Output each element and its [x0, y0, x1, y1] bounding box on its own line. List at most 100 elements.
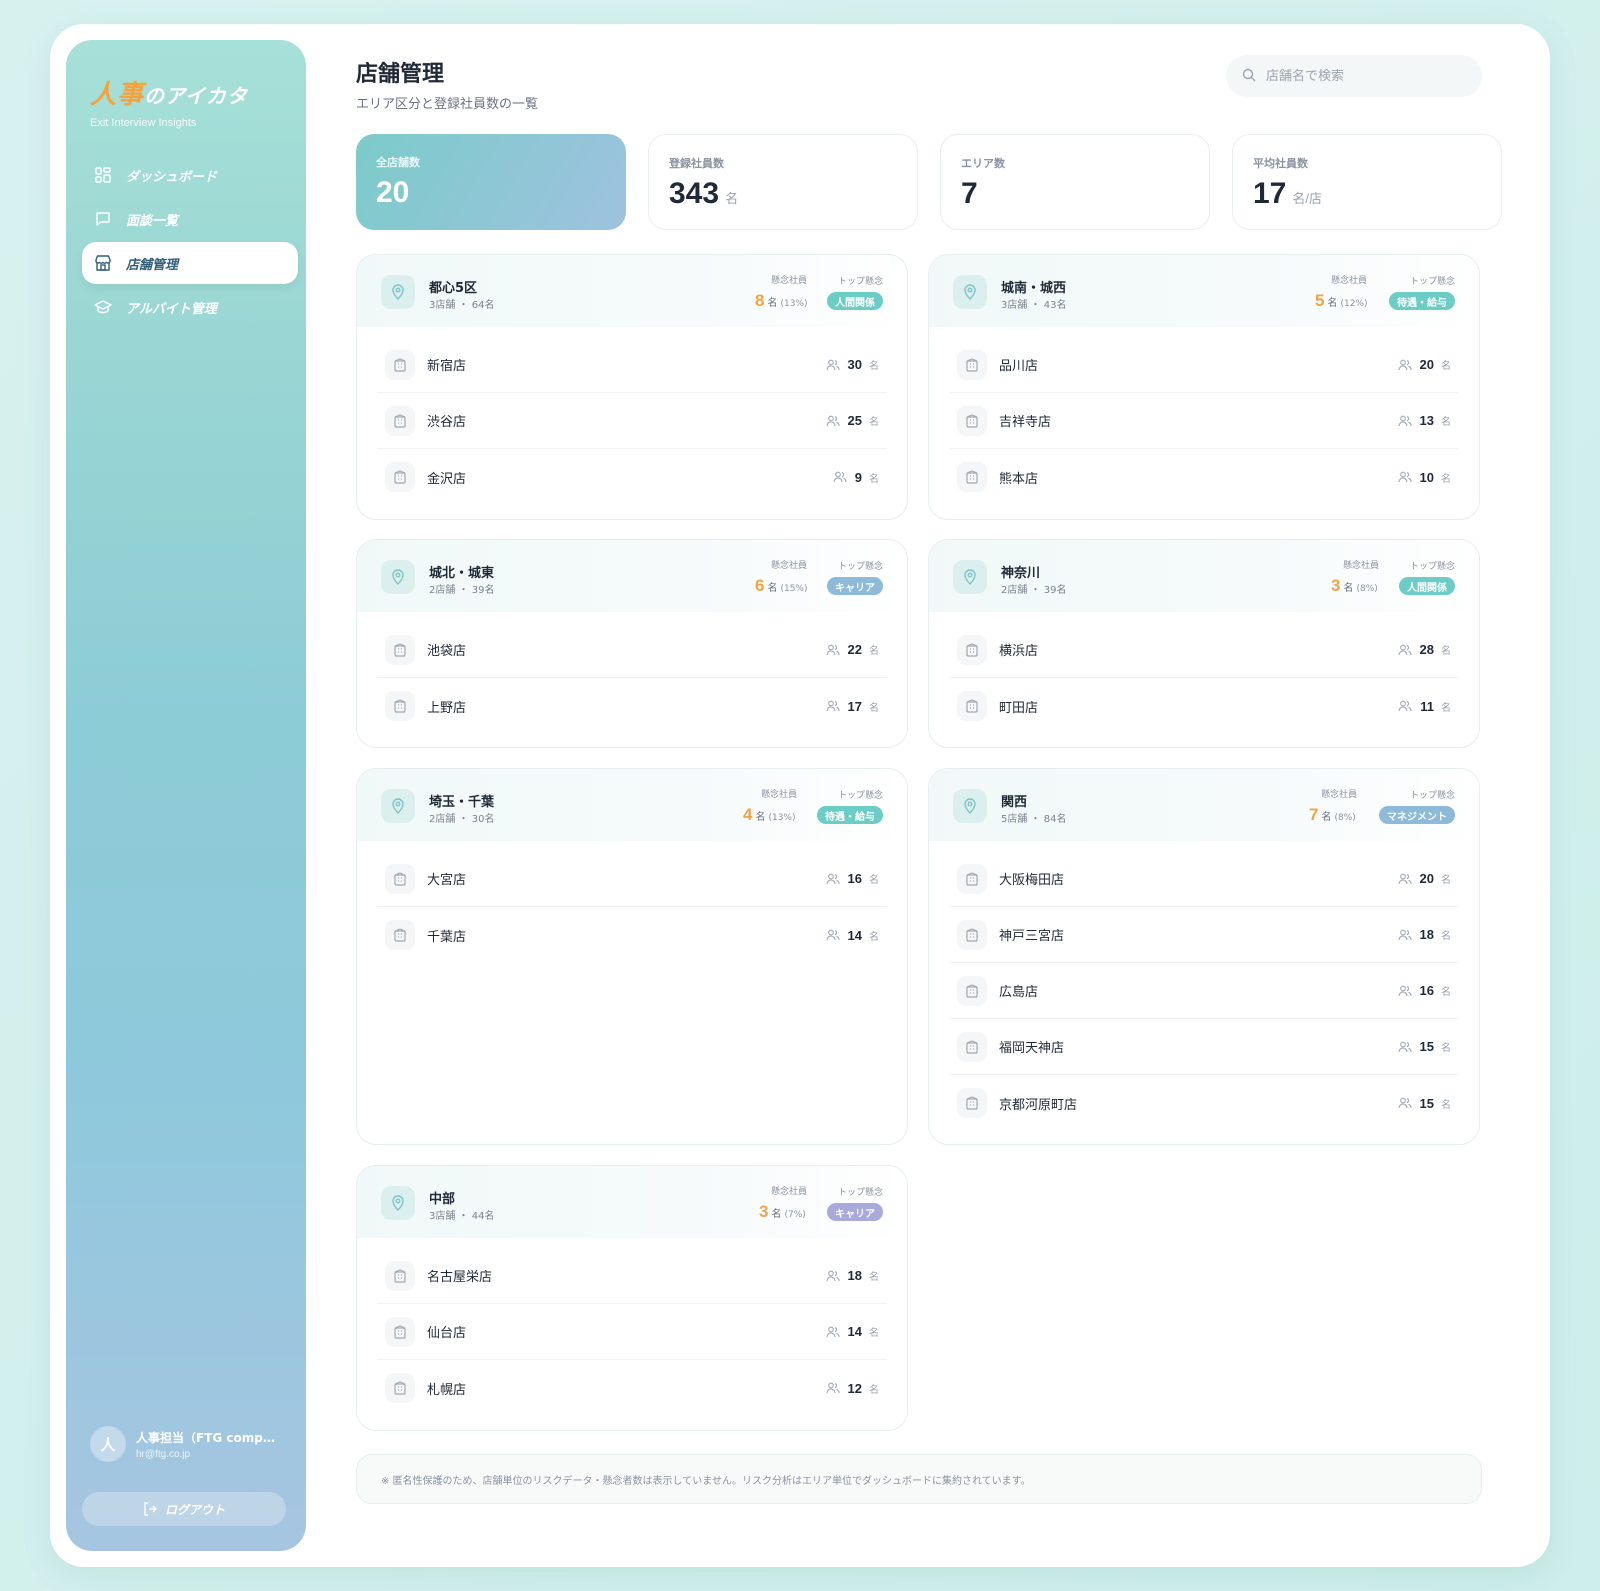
store-row[interactable]: 金沢店 9 名: [377, 449, 887, 505]
sidebar-nav: ダッシュボード 面談一覧 店舗管理 アルバイト管理: [82, 154, 298, 330]
user-name: 人事担当（FTG company）: [136, 1430, 282, 1445]
map-pin-icon: [953, 275, 987, 309]
store-row[interactable]: 吉祥寺店 13 名: [949, 393, 1459, 449]
nav-item-parttime[interactable]: アルバイト管理: [82, 286, 298, 328]
grid-icon: [94, 166, 112, 184]
top-concern-label: トップ懸念: [837, 277, 883, 287]
person-unit: 名: [1441, 875, 1451, 886]
store-row[interactable]: 京都河原町店 15 名: [949, 1075, 1459, 1131]
employee-count: 30: [847, 357, 862, 372]
stat-number: 7: [961, 177, 978, 210]
store-row[interactable]: 福岡天神店 15 名: [949, 1019, 1459, 1075]
store-row[interactable]: 町田店 11 名: [949, 678, 1459, 734]
building-icon: [957, 919, 987, 950]
search-box[interactable]: [1226, 55, 1482, 97]
store-row[interactable]: 広島店 16 名: [949, 963, 1459, 1019]
store-count: 28 名: [1397, 642, 1451, 657]
employee-count: 17: [847, 698, 862, 714]
store-row[interactable]: 仙台店 14 名: [377, 1304, 887, 1360]
top-concern-badge: キャリア: [827, 577, 883, 595]
graduation-cap-icon: [94, 298, 112, 316]
store-row[interactable]: 神戸三宮店 18 名: [949, 907, 1459, 963]
logout-icon: [143, 1502, 157, 1516]
logo-rest: のアイカタ: [144, 84, 249, 108]
top-concern-badge: 人間関係: [827, 292, 883, 310]
user-profile[interactable]: 人 人事担当（FTG company） hr@ftg.co.jp: [90, 1426, 282, 1462]
store-count: 9 名: [833, 470, 879, 485]
search-input[interactable]: [1266, 68, 1466, 84]
store-name: 上野店: [427, 700, 467, 716]
store-row[interactable]: 熊本店 10 名: [949, 449, 1459, 505]
top-concern-label: トップ懸念: [1409, 791, 1455, 801]
store-name: 仙台店: [427, 1326, 467, 1341]
store-row[interactable]: 横浜店 28 名: [949, 622, 1459, 678]
concern-count: 7: [1309, 805, 1319, 824]
nav-item-dashboard[interactable]: ダッシュボード: [82, 154, 298, 196]
store-name: 名古屋栄店: [427, 1270, 493, 1285]
area-name: 関西: [1001, 795, 1028, 810]
nav-item-stores[interactable]: 店舗管理: [82, 242, 298, 284]
store-name: 大阪梅田店: [999, 873, 1065, 888]
store-row[interactable]: 名古屋栄店 18 名: [377, 1248, 887, 1304]
store-name: 福岡天神店: [999, 1041, 1065, 1056]
area-card-header: 神奈川 2店舗 ・ 39名 懸念社員 3 名 (8%) トップ懸念 人間関係: [929, 540, 1479, 612]
concern-value: 3 名 (7%): [759, 1202, 806, 1222]
concern-label: 懸念社員: [771, 561, 808, 571]
building-icon: [957, 863, 987, 894]
concern-percent: (13%): [768, 813, 796, 823]
building-icon: [385, 1373, 415, 1403]
person-unit: 名: [869, 646, 879, 657]
store-count: 14 名: [825, 1324, 879, 1339]
user-email: hr@ftg.co.jp: [136, 1448, 191, 1460]
employee-count: 18: [847, 1268, 862, 1283]
store-name: 品川店: [999, 359, 1039, 374]
store-list: 大宮店 16 名 千葉店 14 名: [357, 841, 907, 963]
people-icon: [1398, 700, 1412, 712]
store-count: 17 名: [825, 698, 879, 714]
top-concern-badge: 人間関係: [1399, 577, 1455, 595]
area-name: 城南・城西: [1001, 281, 1067, 296]
top-concern-label: トップ懸念: [1409, 277, 1455, 287]
area-name: 神奈川: [1001, 566, 1041, 581]
concern-count: 3: [1331, 576, 1341, 595]
sidebar: 人事のアイカタ Exit Interview Insights ダッシュボード …: [66, 40, 306, 1551]
store-row[interactable]: 札幌店 12 名: [377, 1360, 887, 1416]
employee-count: 28: [1419, 642, 1434, 657]
concern-count: 8: [755, 291, 765, 310]
store-row[interactable]: 池袋店 22 名: [377, 622, 887, 678]
store-count: 25 名: [825, 413, 879, 428]
store-row[interactable]: 大宮店 16 名: [377, 851, 887, 907]
building-icon: [385, 349, 415, 380]
store-name: 新宿店: [427, 359, 467, 374]
stat-label: 登録社員数: [669, 157, 724, 170]
store-name: 熊本店: [999, 471, 1039, 487]
employee-count: 13: [1419, 413, 1434, 428]
concern-label: 懸念社員: [1321, 790, 1358, 800]
store-row[interactable]: 品川店 20 名: [949, 337, 1459, 393]
concern-percent: (13%): [780, 299, 808, 309]
building-icon: [957, 349, 987, 380]
store-row[interactable]: 新宿店 30 名: [377, 337, 887, 393]
person-unit: 名: [869, 875, 879, 886]
top-concern-badge: マネジメント: [1379, 806, 1455, 824]
building-icon: [385, 462, 415, 492]
store-row[interactable]: 大阪梅田店 20 名: [949, 851, 1459, 907]
nav-item-interviews[interactable]: 面談一覧: [82, 198, 298, 240]
avatar: 人: [90, 1426, 126, 1462]
store-count: 16 名: [1397, 983, 1451, 998]
person-unit: 名: [1321, 812, 1332, 823]
store-row[interactable]: 千葉店 14 名: [377, 907, 887, 963]
building-icon: [385, 1260, 415, 1291]
concern-value: 5 名 (12%): [1315, 291, 1368, 311]
store-row[interactable]: 上野店 17 名: [377, 678, 887, 734]
building-icon: [957, 462, 987, 492]
store-name: 吉祥寺店: [999, 415, 1052, 430]
stat-value: 17 名/店: [1253, 177, 1481, 211]
logout-button[interactable]: ログアウト: [82, 1492, 286, 1526]
person-unit: 名: [869, 931, 879, 943]
store-row[interactable]: 渋谷店 25 名: [377, 393, 887, 449]
concern-percent: (15%): [780, 584, 808, 594]
employee-count: 12: [847, 1380, 862, 1396]
store-name: 大宮店: [427, 873, 467, 888]
store-list: 横浜店 28 名 町田店 11 名: [929, 612, 1479, 734]
